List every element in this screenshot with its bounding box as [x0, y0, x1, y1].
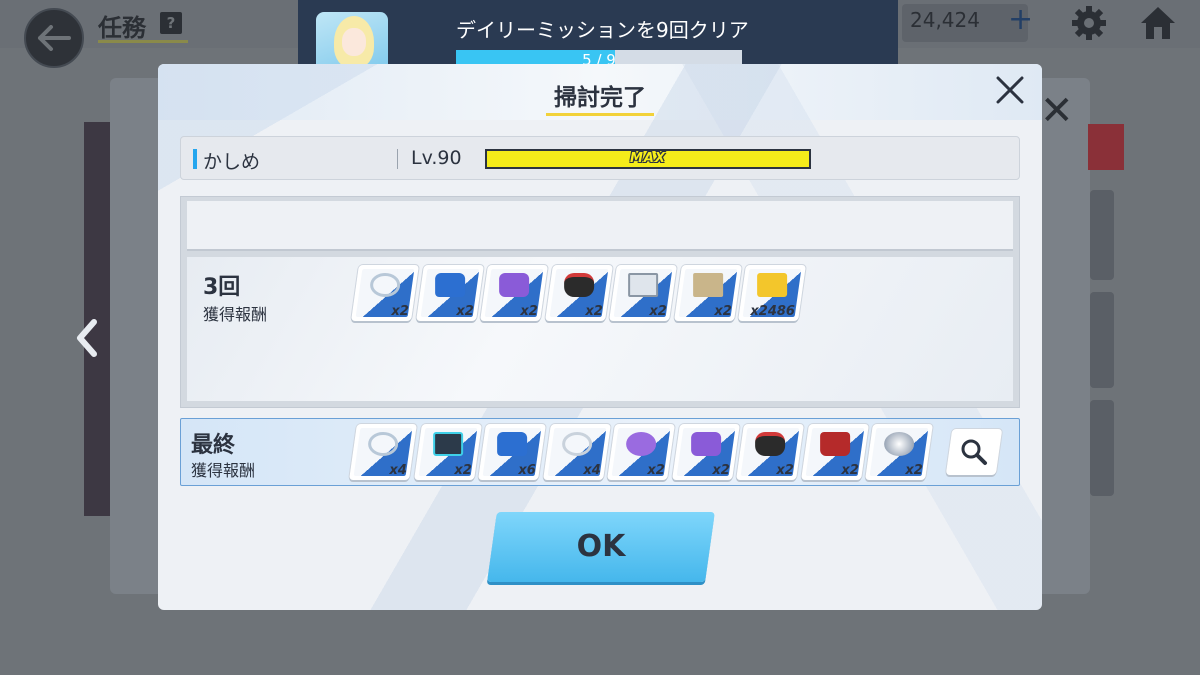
currency-add-button[interactable]: + [1008, 2, 1033, 37]
reward-item[interactable]: x2 [609, 265, 677, 321]
side-block [1090, 190, 1114, 280]
final-reward-row: 最終 獲得報酬 x4 x2 x6 x4 x2 x2 x2 x2 x2 [180, 418, 1020, 486]
reward-quantity: x4 [582, 463, 600, 478]
arrow-left-icon [38, 25, 71, 51]
side-block [1090, 400, 1114, 496]
reward-quantity: x2 [584, 304, 602, 319]
back-button[interactable] [24, 8, 84, 68]
gold-coin-card-icon [757, 273, 788, 297]
accessory-ring-icon [368, 432, 399, 456]
reward-count-label: 3回 [203, 275, 241, 300]
character-name: かしめ [203, 151, 261, 173]
page-title: 任務 [98, 14, 146, 42]
row-accent [193, 149, 197, 169]
search-icon [961, 439, 987, 465]
choker-icon [755, 432, 786, 456]
reward-item[interactable]: x2 [351, 265, 419, 321]
sweep-result-modal: 掃討完了 かしめ Lv.90 MAX 3回 獲得報酬 x2 x2 x2 x2 x2 x2 x… [158, 64, 1042, 610]
divider [397, 149, 398, 169]
help-button[interactable]: ? [160, 12, 182, 34]
reward-item[interactable]: x2 [413, 424, 482, 480]
handbag-icon [819, 432, 850, 456]
reward-item[interactable]: x2 [671, 424, 740, 480]
reward-item[interactable]: x4 [349, 424, 417, 480]
reward-quantity: x2 [904, 463, 923, 478]
side-tab-red [1088, 124, 1124, 170]
reward-item[interactable]: x2 [800, 424, 869, 480]
side-block [1090, 292, 1114, 388]
reward-item[interactable]: x2 [544, 265, 613, 321]
purple-gear-icon [626, 432, 657, 456]
exp-max-label: MAX [629, 151, 667, 166]
reward-sub-label: 獲得報酬 [203, 305, 268, 324]
reward-quantity: x2 [648, 304, 667, 319]
reward-quantity: x2 [713, 304, 731, 319]
reward-item[interactable]: x2 [865, 424, 933, 480]
character-avatar [316, 12, 388, 72]
gear-icon[interactable] [1070, 4, 1108, 42]
reward-item[interactable]: x2 [415, 265, 484, 321]
chevron-left-icon[interactable] [72, 318, 102, 358]
reward-quantity: x2 [711, 463, 729, 478]
ok-label: OK [576, 529, 626, 564]
reward-item[interactable]: x2486 [738, 265, 806, 321]
device-icon [432, 432, 463, 456]
modal-title: 掃討完了 [554, 85, 646, 111]
reward-item[interactable]: x4 [542, 424, 611, 480]
toast-title: デイリーミッションを9回クリア [456, 18, 749, 42]
silver-ring-icon [561, 432, 592, 456]
reward-quantity: x4 [388, 463, 407, 478]
close-icon[interactable] [992, 72, 1028, 108]
report-clipboard-icon [628, 273, 659, 297]
blue-bag-icon [434, 273, 465, 297]
reward-item[interactable]: x2 [607, 424, 675, 480]
reward-row-3: 3回 獲得報酬 x2 x2 x2 x2 x2 x2 x2486 [187, 257, 1013, 401]
reward-item[interactable]: x6 [478, 424, 546, 480]
crystal-orb-icon [884, 432, 915, 456]
rewards-scroll-area[interactable]: 3回 獲得報酬 x2 x2 x2 x2 x2 x2 x2486 [180, 196, 1020, 408]
character-row: かしめ Lv.90 MAX [180, 136, 1020, 180]
reward-quantity: x2 [519, 304, 538, 319]
reward-item[interactable]: x2 [736, 424, 804, 480]
reward-quantity: x2 [390, 304, 409, 319]
final-sub-label: 獲得報酬 [191, 461, 256, 480]
reward-quantity: x2 [775, 463, 794, 478]
map-scroll-icon [692, 273, 723, 297]
title-underline [546, 113, 654, 116]
character-level: Lv.90 [411, 147, 462, 169]
reward-quantity: x2486 [750, 304, 796, 319]
reward-quantity: x2 [840, 463, 858, 478]
blue-bag-icon [497, 432, 528, 456]
purple-bag-icon [499, 273, 530, 297]
reward-item[interactable]: x2 [673, 265, 742, 321]
detail-button[interactable] [945, 429, 1003, 475]
reward-quantity: x2 [646, 463, 665, 478]
exp-fill: MAX [487, 151, 809, 167]
currency-value: 24,424 [910, 8, 980, 32]
reward-item[interactable]: x2 [480, 265, 548, 321]
choker-icon [563, 273, 594, 297]
purple-bag-icon [690, 432, 721, 456]
reward-quantity: x2 [455, 304, 473, 319]
ok-button[interactable]: OK [487, 512, 715, 582]
home-icon[interactable] [1138, 4, 1178, 42]
panel-close-icon[interactable]: ✕ [1040, 88, 1074, 134]
reward-quantity: x6 [517, 463, 536, 478]
title-underline [98, 40, 188, 43]
reward-row-empty [187, 201, 1013, 251]
final-label: 最終 [191, 433, 236, 458]
exp-bar: MAX [485, 149, 811, 169]
accessory-ring-icon [370, 273, 401, 297]
reward-quantity: x2 [453, 463, 471, 478]
